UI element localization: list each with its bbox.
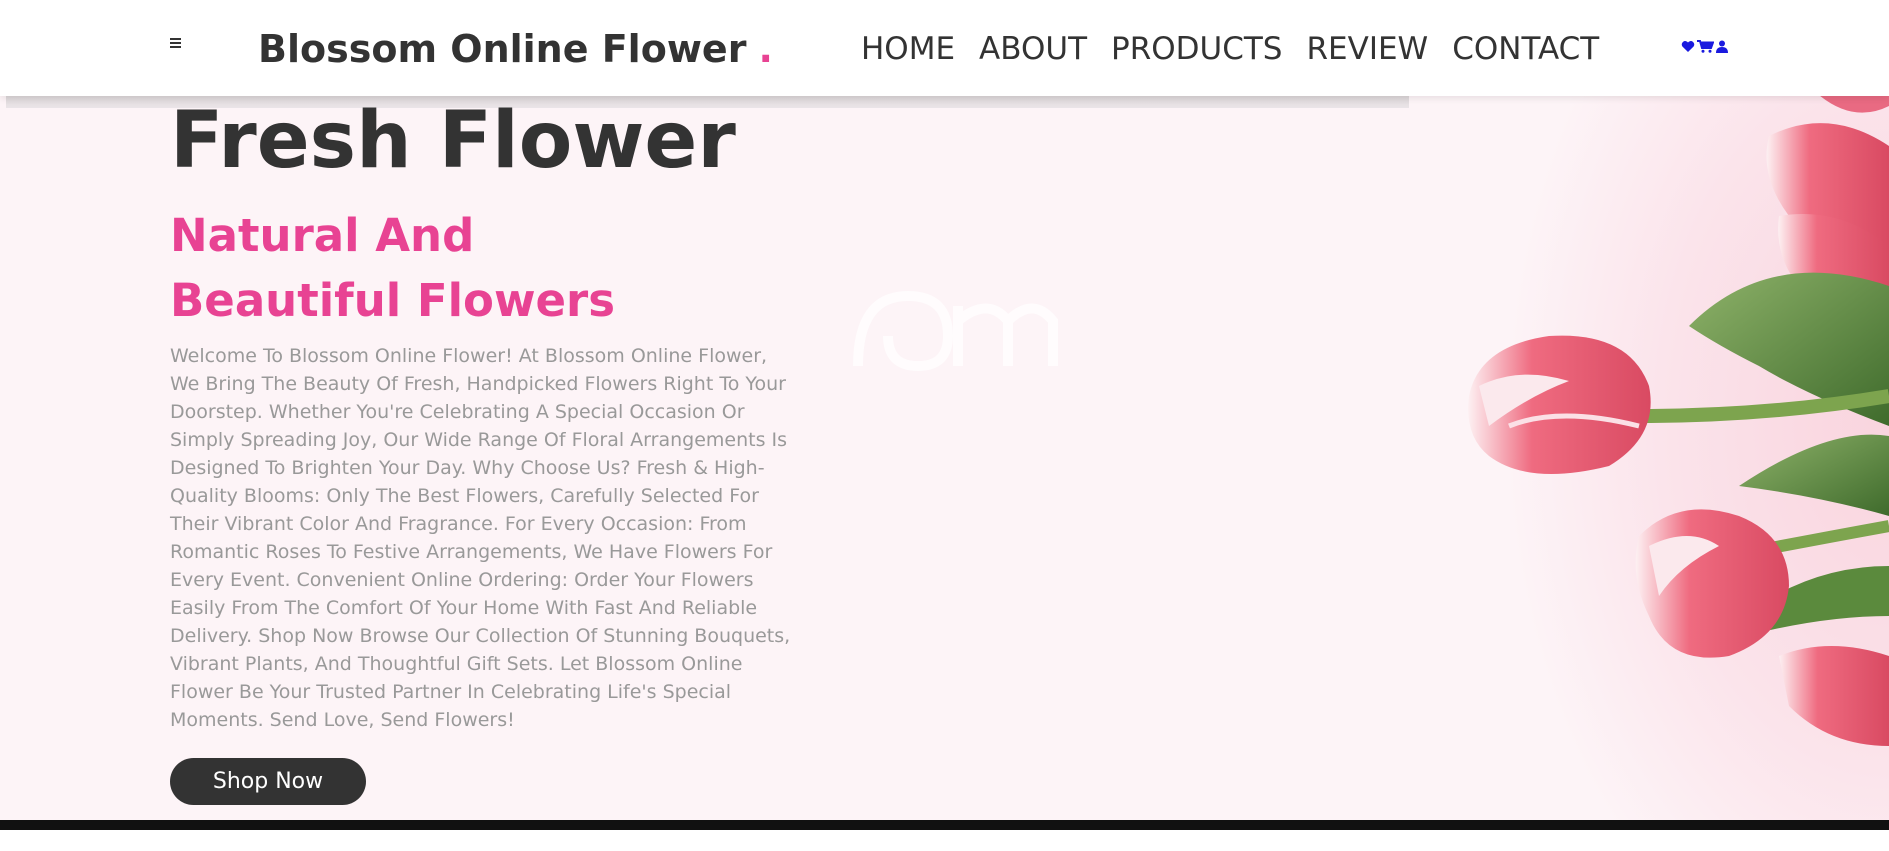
nav-link-contact[interactable]: CONTACT (1452, 30, 1599, 68)
hero-subtitle: Natural And Beautiful Flowers (170, 209, 616, 327)
hamburger-menu-icon[interactable] (170, 36, 184, 50)
logo-text: Blossom Online Flower (258, 27, 747, 71)
heart-icon[interactable] (1681, 40, 1695, 53)
user-icon[interactable] (1716, 40, 1728, 53)
nav-link-about[interactable]: ABOUT (979, 30, 1087, 68)
hero-title: Fresh Flower (170, 96, 736, 186)
header-icons (1681, 40, 1728, 53)
watermark-graphic (853, 290, 1058, 372)
cart-icon[interactable] (1697, 40, 1714, 53)
bottom-divider (0, 820, 1889, 830)
site-logo[interactable]: Blossom Online Flower. (258, 26, 773, 72)
logo-dot: . (758, 27, 773, 71)
main-nav: HOME ABOUT PRODUCTS REVIEW CONTACT (861, 30, 1599, 68)
tulip-flowers-image (1409, 96, 1889, 820)
hero-description: Welcome To Blossom Online Flower! At Blo… (170, 345, 791, 731)
nav-link-review[interactable]: REVIEW (1306, 30, 1428, 68)
site-header: Blossom Online Flower. HOME ABOUT PRODUC… (0, 0, 1889, 96)
shop-now-button[interactable]: Shop Now (170, 758, 366, 805)
footer-strip (0, 830, 1889, 851)
hero-section: Fresh Flower Natural And Beautiful Flowe… (0, 96, 1889, 820)
nav-link-products[interactable]: PRODUCTS (1111, 30, 1282, 68)
nav-link-home[interactable]: HOME (861, 30, 955, 68)
